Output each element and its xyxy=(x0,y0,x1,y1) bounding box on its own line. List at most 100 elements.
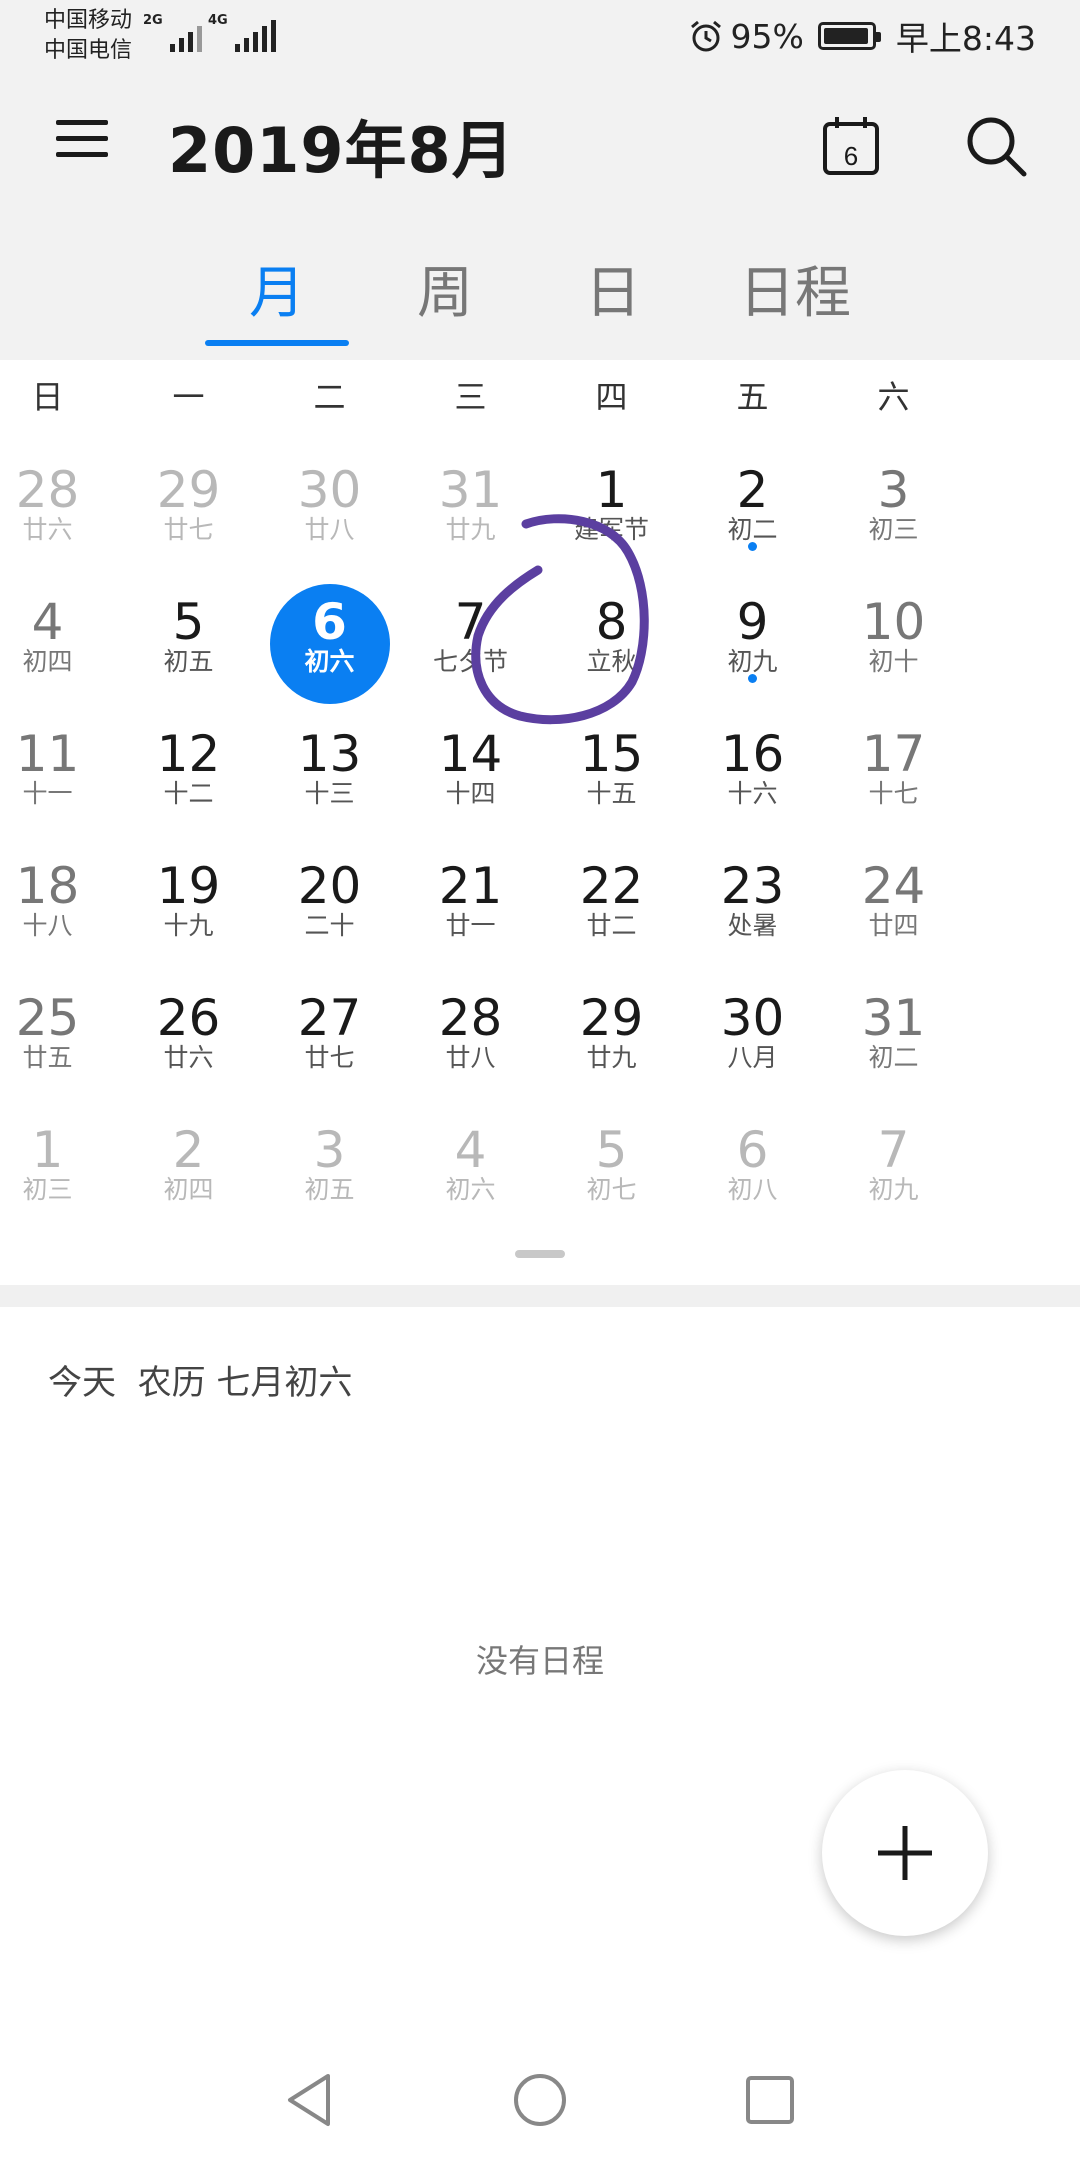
signal-type-2: 4G xyxy=(208,13,228,28)
weekday-label: 四 xyxy=(595,378,628,416)
search-icon[interactable] xyxy=(964,114,1028,178)
day-number: 15 xyxy=(579,725,644,783)
calendar-day[interactable]: 4 初四 xyxy=(0,564,118,696)
calendar-day[interactable]: 7 初九 xyxy=(823,1092,964,1224)
calendar-day[interactable]: 3 初五 xyxy=(259,1092,400,1224)
calendar-day[interactable]: 2 初二 xyxy=(682,432,823,564)
calendar-day[interactable]: 16 十六 xyxy=(682,696,823,828)
calendar-day[interactable]: 2 初四 xyxy=(118,1092,259,1224)
lunar-date: 初二 xyxy=(727,515,778,544)
tab-week[interactable]: 周 xyxy=(398,248,492,329)
calendar-day[interactable]: 6 初八 xyxy=(682,1092,823,1224)
lunar-date: 廿五 xyxy=(22,1043,73,1072)
back-icon[interactable] xyxy=(280,2070,340,2130)
calendar-day[interactable]: 27 廿七 xyxy=(259,960,400,1092)
calendar-day[interactable]: 17 十七 xyxy=(823,696,964,828)
calendar-day[interactable]: 25 廿五 xyxy=(0,960,118,1092)
day-number: 12 xyxy=(156,725,221,783)
today-lunar-info: 今天 农历 七月初六 xyxy=(48,1363,353,1403)
recents-icon[interactable] xyxy=(740,2070,800,2130)
day-number: 7 xyxy=(454,593,487,651)
calendar-day[interactable]: 30 八月 xyxy=(682,960,823,1092)
calendar-day[interactable]: 23 处暑 xyxy=(682,828,823,960)
calendar-day[interactable]: 13 十三 xyxy=(259,696,400,828)
lunar-date: 初九 xyxy=(727,647,778,676)
calendar-day[interactable]: 6 初六 xyxy=(259,564,400,704)
drag-handle[interactable] xyxy=(515,1250,565,1258)
calendar-day[interactable]: 14 十四 xyxy=(400,696,541,828)
home-icon[interactable] xyxy=(510,2070,570,2130)
today-calendar-icon[interactable]: 6 xyxy=(822,114,880,176)
day-number: 13 xyxy=(297,725,362,783)
calendar-day[interactable]: 12 十二 xyxy=(118,696,259,828)
calendar-day[interactable]: 28 廿八 xyxy=(400,960,541,1092)
calendar-day[interactable]: 28 廿六 xyxy=(0,432,118,564)
day-number: 9 xyxy=(736,593,769,651)
lunar-date: 廿九 xyxy=(445,515,496,544)
today-day-number: 6 xyxy=(844,141,858,171)
day-number: 29 xyxy=(156,461,221,519)
calendar-day[interactable]: 21 廿一 xyxy=(400,828,541,960)
day-number: 6 xyxy=(736,1121,769,1179)
calendar-day[interactable]: 1 初三 xyxy=(0,1092,118,1224)
lunar-date: 初二 xyxy=(868,1043,919,1072)
weekday-label: 二 xyxy=(313,378,346,416)
lunar-date: 十六 xyxy=(727,779,778,808)
view-tabs: 月 周 日 日程 xyxy=(0,248,1080,348)
lunar-date: 二十 xyxy=(304,911,355,940)
day-number: 19 xyxy=(156,857,221,915)
calendar-day[interactable]: 31 廿九 xyxy=(400,432,541,564)
calendar-day[interactable]: 31 初二 xyxy=(823,960,964,1092)
lunar-date: 初三 xyxy=(868,515,919,544)
calendar-day[interactable]: 22 廿二 xyxy=(541,828,682,960)
lunar-date: 建军节 xyxy=(573,515,649,544)
lunar-date: 初十 xyxy=(868,647,919,676)
day-number: 1 xyxy=(31,1121,64,1179)
weekday-label: 三 xyxy=(454,378,487,416)
calendar-day[interactable]: 7 七夕节 xyxy=(400,564,541,696)
calendar-day[interactable]: 11 十一 xyxy=(0,696,118,828)
calendar-day[interactable]: 8 立秋 xyxy=(541,564,682,696)
calendar-day[interactable]: 3 初三 xyxy=(823,432,964,564)
calendar-day[interactable]: 15 十五 xyxy=(541,696,682,828)
calendar-day[interactable]: 19 十九 xyxy=(118,828,259,960)
lunar-date: 廿八 xyxy=(445,1043,496,1072)
day-number: 28 xyxy=(438,989,503,1047)
weekday-label: 一 xyxy=(172,378,205,416)
alarm-icon xyxy=(690,20,721,52)
lunar-date: 廿七 xyxy=(304,1043,355,1072)
tab-day[interactable]: 日 xyxy=(566,248,660,329)
lunar-date: 初九 xyxy=(868,1175,919,1204)
calendar-day[interactable]: 5 初五 xyxy=(118,564,259,696)
day-number: 25 xyxy=(15,989,80,1047)
carrier-1: 中国移动 xyxy=(44,8,133,33)
calendar-day[interactable]: 29 廿九 xyxy=(541,960,682,1092)
calendar-day[interactable]: 20 二十 xyxy=(259,828,400,960)
calendar-day[interactable]: 18 十八 xyxy=(0,828,118,960)
calendar-day[interactable]: 26 廿六 xyxy=(118,960,259,1092)
day-number: 30 xyxy=(720,989,785,1047)
day-number: 17 xyxy=(861,725,926,783)
menu-icon[interactable] xyxy=(52,114,112,164)
day-number: 3 xyxy=(877,461,910,519)
day-number: 22 xyxy=(579,857,644,915)
day-number: 14 xyxy=(438,725,503,783)
lunar-date: 初八 xyxy=(727,1175,778,1204)
page-title[interactable]: 2019年8月 xyxy=(168,100,515,190)
calendar-day[interactable]: 10 初十 xyxy=(823,564,964,696)
calendar-day[interactable]: 29 廿七 xyxy=(118,432,259,564)
calendar-day[interactable]: 1 建军节 xyxy=(541,432,682,564)
carrier-2: 中国电信 xyxy=(44,38,133,63)
lunar-date: 廿一 xyxy=(445,911,496,940)
day-number: 21 xyxy=(438,857,503,915)
calendar-day[interactable]: 30 廿八 xyxy=(259,432,400,564)
lunar-date: 初五 xyxy=(163,647,214,676)
calendar-day[interactable]: 24 廿四 xyxy=(823,828,964,960)
tab-month[interactable]: 月 xyxy=(230,248,324,329)
calendar-day[interactable]: 5 初七 xyxy=(541,1092,682,1224)
tab-agenda[interactable]: 日程 xyxy=(730,248,860,329)
add-event-button[interactable] xyxy=(822,1770,988,1936)
lunar-date: 廿四 xyxy=(868,911,919,940)
calendar-day[interactable]: 4 初六 xyxy=(400,1092,541,1224)
calendar-day[interactable]: 9 初九 xyxy=(682,564,823,696)
